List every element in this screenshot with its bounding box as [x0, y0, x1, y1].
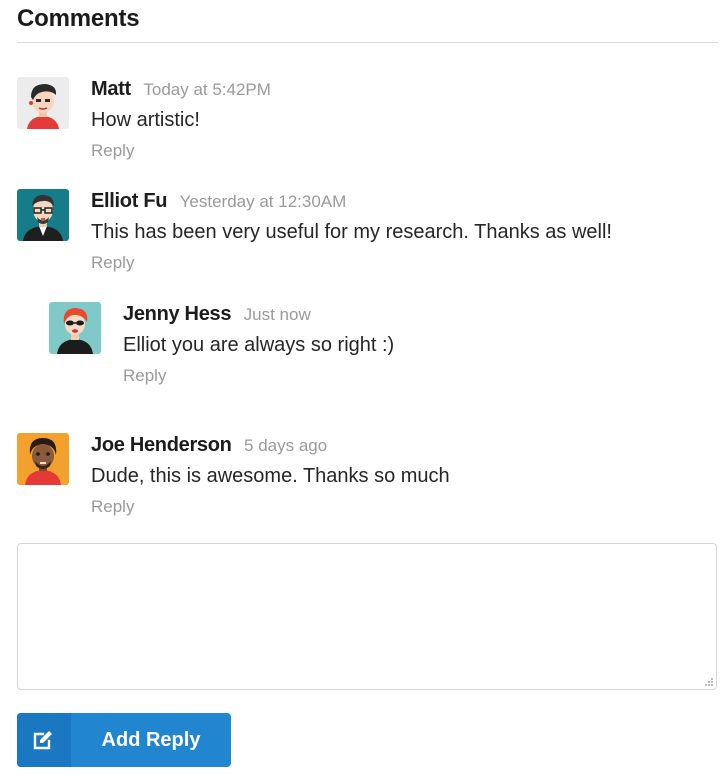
comment-timestamp: 5 days ago [244, 436, 328, 455]
avatar-elliot-fu[interactable] [17, 189, 69, 241]
comment-text: How artistic! [91, 109, 200, 131]
edit-icon-wrap [17, 713, 71, 767]
reply-link[interactable]: Reply [91, 141, 134, 160]
comments-header: Comments [17, 0, 718, 43]
resize-grip-icon[interactable] [703, 676, 713, 686]
comment-author[interactable]: Joe Henderson [91, 434, 232, 456]
page-title: Comments [17, 5, 140, 32]
add-reply-label: Add Reply [101, 729, 201, 751]
comment-jenny-hess: Jenny Hess Just now Elliot you are alway… [49, 302, 717, 392]
avatar-joe-henderson[interactable] [17, 433, 69, 485]
comment-elliot-fu: Elliot Fu Yesterday at 12:30AM This has … [17, 189, 717, 279]
reply-link[interactable]: Reply [91, 497, 134, 516]
comment-author[interactable]: Matt [91, 78, 131, 100]
reply-textarea-container [17, 543, 717, 690]
avatar-jenny-hess[interactable] [49, 302, 101, 354]
reply-link[interactable]: Reply [91, 253, 134, 272]
comment-matt: Matt Today at 5:42PM How artistic! Reply [17, 77, 717, 167]
comment-text: Dude, this is awesome. Thanks so much [91, 465, 450, 487]
avatar-matt[interactable] [17, 77, 69, 129]
comment-timestamp: Just now [243, 305, 311, 324]
add-reply-button[interactable]: Add Reply [17, 713, 231, 767]
reply-textarea[interactable] [18, 544, 716, 689]
comment-joe-henderson: Joe Henderson 5 days ago Dude, this is a… [17, 433, 717, 523]
edit-icon [33, 731, 52, 750]
comment-text: Elliot you are always so right :) [123, 334, 395, 356]
comment-timestamp: Today at 5:42PM [143, 80, 271, 99]
comment-author[interactable]: Elliot Fu [91, 190, 167, 212]
comment-author[interactable]: Jenny Hess [123, 303, 231, 325]
comment-timestamp: Yesterday at 12:30AM [179, 192, 347, 211]
reply-link[interactable]: Reply [123, 366, 166, 385]
comment-text: This has been very useful for my researc… [91, 221, 612, 243]
